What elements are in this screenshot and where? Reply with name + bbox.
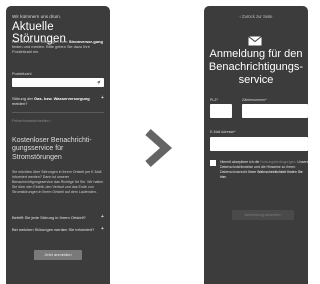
right-phone-screen: ‹ Zurück zur Seite Anmeldung für den Ben… bbox=[204, 6, 308, 284]
faq-item-2[interactable]: Bei welchen Störungen werden Sie informi… bbox=[12, 227, 96, 232]
plz-input[interactable] bbox=[210, 104, 232, 118]
locate-icon[interactable] bbox=[96, 80, 101, 87]
submit-button[interactable]: Anmeldung absenden bbox=[232, 210, 294, 220]
report-gas-water-link[interactable]: Störung der Gas- bzw. Wasserversorgung m… bbox=[12, 96, 96, 106]
faq-item-1[interactable]: Betrifft Sie jede Störung in Ihrem Ortst… bbox=[12, 215, 96, 220]
postcode-label: Postleitzahl bbox=[12, 72, 32, 76]
intro-post: finden und melden. Bitte geben Sie dazu … bbox=[12, 44, 90, 54]
consent-checkbox[interactable] bbox=[210, 160, 216, 166]
greeting-text: Wir kümmern uns drum. bbox=[12, 14, 62, 19]
meter-number-label: Zählernummer* bbox=[242, 98, 267, 102]
register-button[interactable]: Jetzt anmelden bbox=[34, 250, 82, 260]
plus-icon[interactable]: + bbox=[101, 226, 104, 232]
divider bbox=[12, 112, 104, 113]
service-heading: Kostenloser Benachrichti-gungsservice fü… bbox=[12, 137, 92, 161]
chevron-right-icon bbox=[138, 126, 176, 170]
terms-link[interactable]: Nutzungsbedingungen bbox=[260, 160, 295, 164]
postcode-input[interactable] bbox=[12, 78, 104, 87]
report-bold: Gas- bzw. Wasserversorgung bbox=[34, 96, 90, 101]
envelope-icon bbox=[248, 33, 262, 46]
plz-label: PLZ* bbox=[210, 98, 218, 102]
consent-pre: Hiermit akzeptiere ich die bbox=[220, 160, 261, 164]
back-link[interactable]: ‹ Zurück zur Seite bbox=[204, 14, 308, 19]
intro-text: Hier können Sie Störungen Ihrer Stromver… bbox=[12, 39, 106, 54]
plus-icon[interactable]: + bbox=[101, 214, 104, 220]
plus-icon[interactable]: + bbox=[101, 95, 104, 101]
left-phone-screen: Wir kümmern uns drum. Aktuelle Störungen… bbox=[6, 6, 110, 284]
consent-text: Hiermit akzeptiere ich die Nutzungsbedin… bbox=[220, 160, 308, 180]
disabled-link: Fehlerhinweis/melden › bbox=[12, 119, 52, 123]
form-title: Anmeldung für den Benachrichtigungs-serv… bbox=[208, 48, 304, 86]
email-input[interactable] bbox=[210, 137, 308, 151]
email-label: E-Mail Adresse* bbox=[210, 130, 236, 134]
report-post: melden? bbox=[12, 101, 28, 106]
meter-number-input[interactable] bbox=[242, 104, 308, 118]
service-body: Sie möchten über Störungen in Ihrem Orts… bbox=[12, 170, 104, 194]
